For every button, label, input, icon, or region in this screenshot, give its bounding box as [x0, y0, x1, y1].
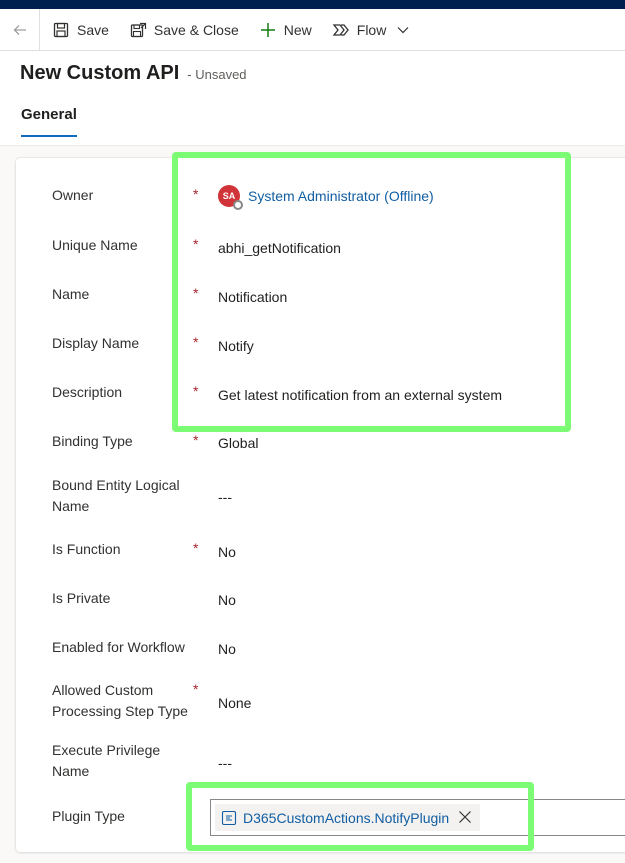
binding-type-label: Binding Type [52, 433, 133, 449]
is-private-label: Is Private [52, 590, 111, 606]
execute-privilege-field[interactable]: --- [218, 755, 232, 771]
flow-icon [332, 21, 350, 39]
allowed-step-label: Allowed Custom Processing Step Type [52, 682, 188, 719]
save-status: - Unsaved [187, 67, 247, 82]
new-button[interactable]: New [249, 9, 322, 51]
back-button[interactable] [0, 8, 40, 51]
is-private-field[interactable]: No [218, 592, 236, 608]
page-title: New Custom API [20, 62, 180, 84]
save-close-icon [129, 21, 147, 39]
binding-type-required-marker: * [193, 432, 199, 448]
is-function-field[interactable]: No [218, 544, 236, 560]
flow-button[interactable]: Flow [322, 9, 421, 51]
unique-name-label: Unique Name [52, 237, 138, 253]
binding-type-field[interactable]: Global [218, 435, 258, 451]
save-button[interactable]: Save [40, 9, 119, 51]
display-name-label: Display Name [52, 335, 140, 351]
back-arrow-icon [13, 24, 26, 35]
description-label: Description [52, 384, 123, 400]
is-function-required-marker: * [193, 540, 199, 556]
plugin-type-label: Plugin Type [52, 808, 125, 824]
save-icon [52, 21, 70, 39]
tab-general[interactable]: General [21, 106, 77, 137]
allowed-step-required-marker: * [193, 681, 199, 697]
plus-icon [259, 21, 277, 39]
execute-privilege-label: Execute Privilege Name [52, 742, 161, 779]
chevron-down-icon[interactable] [396, 23, 410, 37]
bound-entity-field[interactable]: --- [218, 489, 232, 505]
save-label: Save [77, 21, 109, 38]
new-label: New [283, 21, 312, 38]
save-close-button[interactable]: Save & Close [119, 9, 249, 51]
owner-label: Owner [52, 187, 94, 203]
flow-label: Flow [356, 21, 387, 38]
command-bar: Save Save & Close New Flow [0, 8, 625, 51]
highlight-box-top [172, 152, 571, 432]
save-close-label: Save & Close [153, 21, 239, 38]
enabled-workflow-field[interactable]: No [218, 641, 236, 657]
bound-entity-label: Bound Entity Logical Name [52, 477, 180, 514]
allowed-step-field[interactable]: None [218, 695, 251, 711]
name-label: Name [52, 286, 90, 302]
is-function-label: Is Function [52, 541, 121, 557]
highlight-box-plugin [186, 782, 534, 851]
form-header: New Custom API - Unsaved [20, 62, 247, 85]
enabled-workflow-label: Enabled for Workflow [52, 639, 185, 655]
